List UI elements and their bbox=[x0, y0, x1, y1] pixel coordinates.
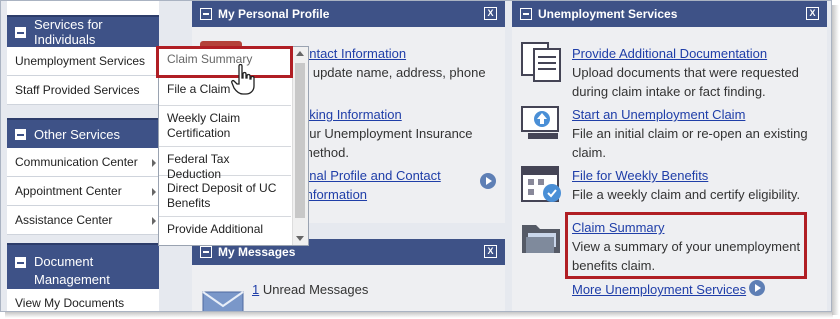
menu-item-file-a-claim[interactable]: File a Claim bbox=[159, 77, 291, 106]
app-frame: Services for Individuals Unemployment Se… bbox=[0, 0, 832, 312]
nav-group-documents: Document Management View My Documents bbox=[7, 243, 159, 311]
hand-pointer-icon bbox=[231, 64, 255, 95]
messages-panel: My Messages X 1 Unread Messages bbox=[192, 239, 505, 311]
claim-summary-menu-highlight bbox=[156, 46, 293, 78]
panel-title: Unemployment Services bbox=[538, 7, 678, 21]
claim-summary-highlight bbox=[565, 212, 807, 279]
panel-title: My Messages bbox=[218, 245, 296, 259]
file-weekly-benefits-link[interactable]: File for Weekly Benefits bbox=[572, 168, 708, 183]
nav-item-assistance-center[interactable]: Assistance Center bbox=[7, 206, 159, 235]
chevron-right-icon bbox=[152, 159, 156, 167]
contact-information-link[interactable]: ontact Information bbox=[302, 46, 406, 61]
close-icon[interactable]: X bbox=[806, 7, 819, 20]
nav-group-other: Other Services Communication Center Appo… bbox=[7, 118, 159, 235]
nav-item-unemployment-services[interactable]: Unemployment Services bbox=[7, 47, 159, 76]
nav-header-label: Other Services bbox=[34, 126, 120, 142]
folder-icon bbox=[522, 225, 560, 253]
nav-item-staff-provided-services[interactable]: Staff Provided Services bbox=[7, 76, 159, 105]
panel-header: Unemployment Services X bbox=[512, 1, 827, 27]
nav-header-label: Services for Individuals bbox=[34, 17, 103, 47]
more-unemployment-services-link[interactable]: More Unemployment Services bbox=[572, 282, 746, 297]
panel-title: My Personal Profile bbox=[218, 7, 330, 21]
provide-additional-documentation-link[interactable]: Provide Additional Documentation bbox=[572, 46, 767, 61]
banking-description-line2: method. bbox=[302, 145, 349, 160]
scroll-down-icon[interactable] bbox=[296, 236, 304, 241]
nav-group-individuals: Services for Individuals Unemployment Se… bbox=[7, 1, 159, 105]
scroll-up-icon[interactable] bbox=[296, 51, 304, 56]
collapse-icon[interactable] bbox=[15, 26, 26, 38]
close-icon[interactable]: X bbox=[484, 7, 497, 20]
collapse-icon[interactable] bbox=[200, 8, 212, 20]
nav-header-label: Document Management bbox=[34, 254, 110, 287]
unemployment-services-panel: Unemployment Services X Provide Addition… bbox=[512, 1, 827, 311]
menu-item-direct-deposit[interactable]: Direct Deposit of UC Benefits bbox=[159, 176, 291, 217]
scrollbar-thumb[interactable] bbox=[295, 63, 305, 218]
nav-item-appointment-center[interactable]: Appointment Center bbox=[7, 177, 159, 206]
collapse-icon[interactable] bbox=[520, 8, 532, 20]
nav-header-other[interactable]: Other Services bbox=[7, 118, 159, 148]
arrow-right-icon[interactable] bbox=[749, 280, 765, 296]
collapse-icon[interactable] bbox=[200, 246, 212, 258]
documents-icon bbox=[521, 42, 561, 82]
unread-messages-label: Unread Messages bbox=[259, 282, 369, 297]
nav-header-documents[interactable]: Document Management bbox=[7, 243, 159, 289]
personal-profile-link[interactable]: onal Profile and Contact bbox=[302, 168, 441, 183]
start-unemployment-claim-link[interactable]: Start an Unemployment Claim bbox=[572, 107, 745, 122]
contact-description: d update name, address, phone bbox=[302, 65, 486, 80]
menu-item-federal-tax-deduction[interactable]: Federal Tax Deduction bbox=[159, 147, 291, 181]
collapse-icon[interactable] bbox=[15, 257, 26, 268]
banking-information-link[interactable]: nking Information bbox=[302, 107, 402, 122]
nav-item-view-my-documents[interactable]: View My Documents bbox=[7, 289, 159, 311]
chevron-right-icon bbox=[152, 188, 156, 196]
dropdown-scrollbar[interactable] bbox=[292, 47, 308, 245]
envelope-icon bbox=[202, 291, 244, 311]
chevron-right-icon bbox=[152, 217, 156, 225]
personal-profile-link-cont[interactable]: Information bbox=[302, 187, 367, 202]
collapse-icon[interactable] bbox=[15, 128, 26, 140]
menu-item-provide-additional[interactable]: Provide Additional bbox=[159, 217, 291, 242]
nav-item-communication-center[interactable]: Communication Center bbox=[7, 148, 159, 177]
computer-upload-icon bbox=[521, 106, 559, 139]
banking-description-line1: our Unemployment Insurance bbox=[302, 126, 473, 141]
menu-item-weekly-claim-certification[interactable]: Weekly Claim Certification bbox=[159, 106, 291, 147]
item-description: File a weekly claim and certify eligibil… bbox=[572, 187, 801, 202]
nav-header-individuals[interactable]: Services for Individuals bbox=[7, 15, 159, 47]
panel-header: My Personal Profile X bbox=[192, 1, 505, 27]
close-icon[interactable]: X bbox=[484, 245, 497, 258]
calendar-icon bbox=[521, 166, 561, 202]
item-description: Upload documents that were requested dur… bbox=[572, 65, 799, 99]
item-description: File an initial claim or re-open an exis… bbox=[572, 126, 808, 160]
arrow-right-icon[interactable] bbox=[480, 173, 496, 189]
